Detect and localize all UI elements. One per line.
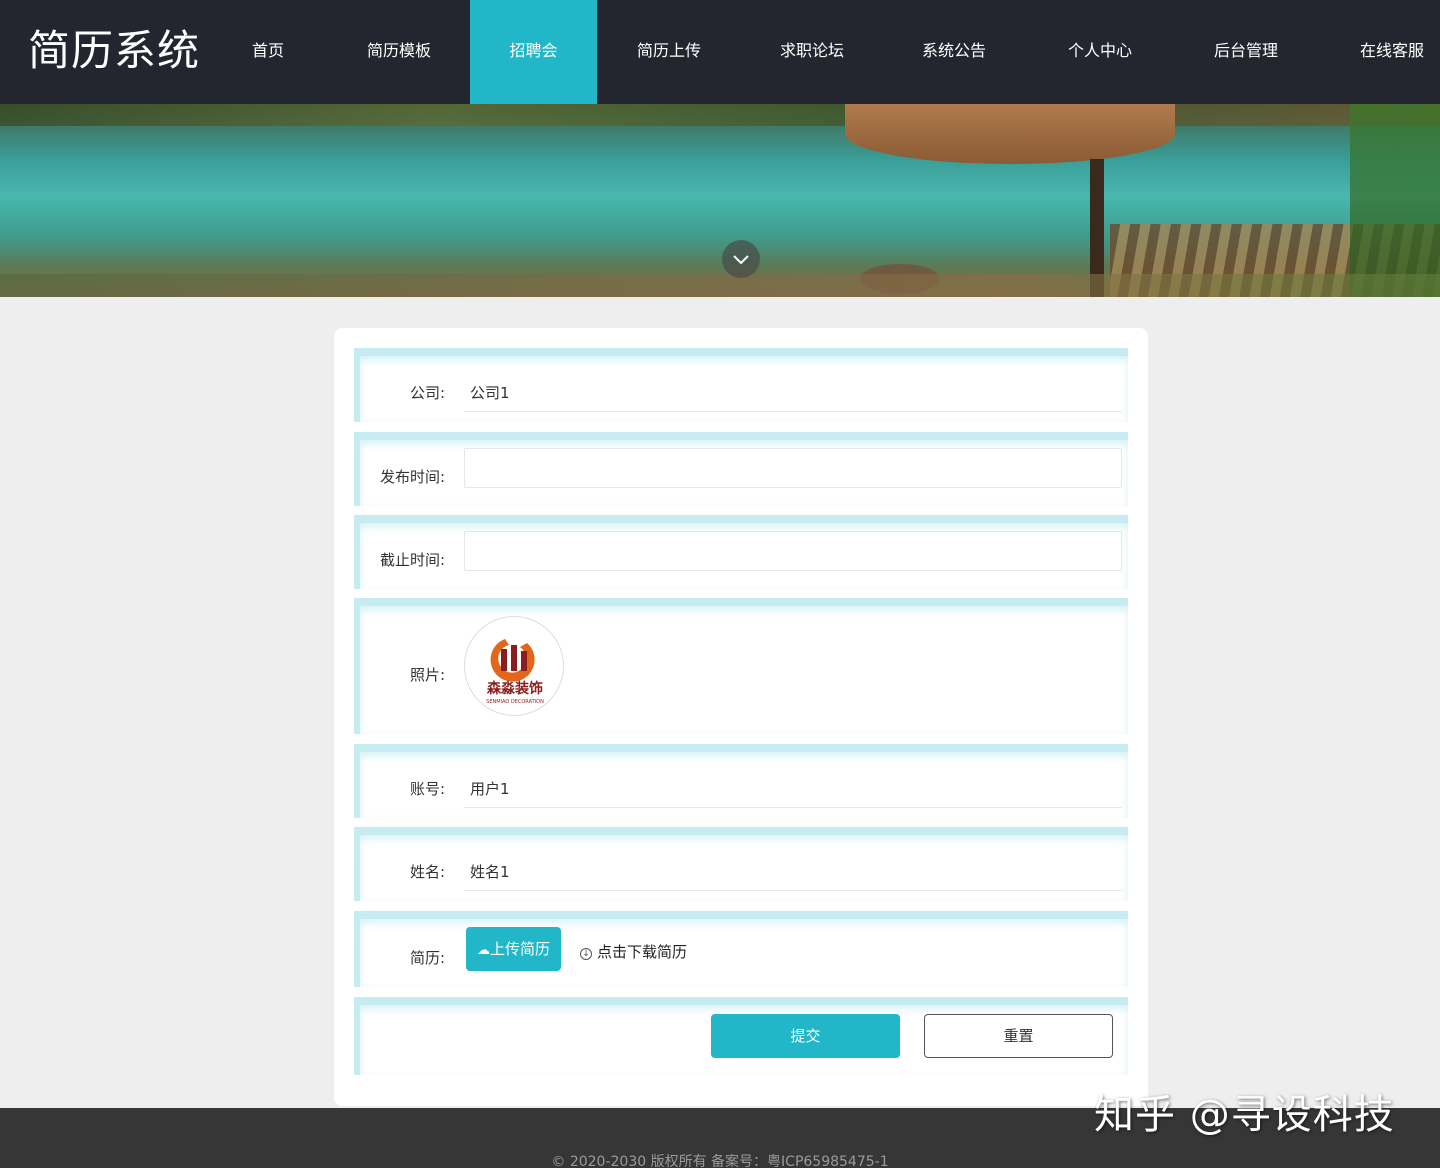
form-row-company: 公司: 公司1 — [354, 348, 1128, 422]
submit-button[interactable]: 提交 — [711, 1014, 900, 1058]
download-resume-label: 点击下载简历 — [597, 943, 688, 961]
banner-palm — [1350, 104, 1440, 297]
cloud-upload-icon: ☁ — [476, 943, 490, 958]
nav-item-admin[interactable]: 后台管理 — [1201, 0, 1291, 104]
resume-label: 简历: — [409, 949, 445, 967]
form-row-publish-time: 发布时间: — [354, 432, 1128, 506]
account-value: 用户1 — [470, 780, 510, 798]
nav-item-job-fair[interactable]: 招聘会 — [470, 0, 597, 104]
account-label: 账号: — [409, 780, 445, 798]
hero-banner — [0, 104, 1440, 297]
nav-item-job-forum[interactable]: 求职论坛 — [767, 0, 857, 104]
form-row-resume: 简历: ☁上传简历 ↓ 点击下载简历 — [354, 911, 1128, 987]
upload-resume-button[interactable]: ☁上传简历 — [466, 927, 561, 971]
deadline-label: 截止时间: — [379, 551, 445, 569]
company-logo-image: 森淼装饰 SENMIAO DECORATION — [464, 616, 564, 716]
footer-copyright: © 2020-2030 版权所有 备案号：粤ICP65985475-1 — [551, 1154, 889, 1168]
banner-foliage — [0, 104, 1440, 126]
chevron-down-icon — [733, 255, 749, 265]
logo-text: 森淼装饰 — [487, 680, 543, 697]
name-underline — [464, 890, 1122, 891]
form-row-name: 姓名: 姓名1 — [354, 827, 1128, 901]
name-label: 姓名: — [409, 863, 445, 881]
form-row-deadline: 截止时间: — [354, 515, 1128, 589]
name-value: 姓名1 — [470, 863, 510, 881]
banner-shore — [0, 274, 1440, 297]
nav-item-home[interactable]: 首页 — [228, 0, 308, 104]
logo-subtext: SENMIAO DECORATION — [486, 699, 544, 705]
company-underline — [464, 411, 1122, 412]
account-underline — [464, 807, 1122, 808]
photo-label: 照片: — [409, 666, 445, 684]
job-fair-form: 公司: 公司1 发布时间: 截止时间: 照片: 森淼装饰 SENMIAO DEC… — [334, 328, 1148, 1106]
banner-thatched-umbrella — [845, 104, 1175, 164]
publish-time-input[interactable] — [464, 448, 1122, 488]
publish-time-label: 发布时间: — [379, 468, 445, 486]
nav-item-resume-templates[interactable]: 简历模板 — [354, 0, 444, 104]
form-row-actions: 提交 重置 — [354, 997, 1128, 1075]
company-label: 公司: — [409, 384, 445, 402]
app-logo[interactable]: 简历系统 — [28, 24, 200, 78]
zhihu-watermark: 知乎 @寻设科技 — [1094, 1092, 1395, 1138]
upload-resume-label: 上传简历 — [489, 940, 550, 958]
scroll-down-button[interactable] — [722, 240, 760, 278]
nav-item-announcements[interactable]: 系统公告 — [909, 0, 999, 104]
nav-item-resume-upload[interactable]: 简历上传 — [624, 0, 714, 104]
form-row-account: 账号: 用户1 — [354, 744, 1128, 818]
top-nav: 简历系统 首页 简历模板 招聘会 简历上传 求职论坛 系统公告 个人中心 后台管… — [0, 0, 1440, 104]
company-logo-icon: 森淼装饰 SENMIAO DECORATION — [486, 639, 544, 705]
download-resume-link[interactable]: ↓ 点击下载简历 — [580, 941, 687, 962]
company-value: 公司1 — [470, 384, 510, 402]
nav-item-online-service[interactable]: 在线客服 — [1347, 0, 1437, 104]
deadline-input[interactable] — [464, 531, 1122, 571]
form-row-photo: 照片: 森淼装饰 SENMIAO DECORATION — [354, 598, 1128, 734]
nav-item-personal-center[interactable]: 个人中心 — [1055, 0, 1145, 104]
download-icon: ↓ — [580, 948, 592, 960]
reset-button[interactable]: 重置 — [924, 1014, 1113, 1058]
